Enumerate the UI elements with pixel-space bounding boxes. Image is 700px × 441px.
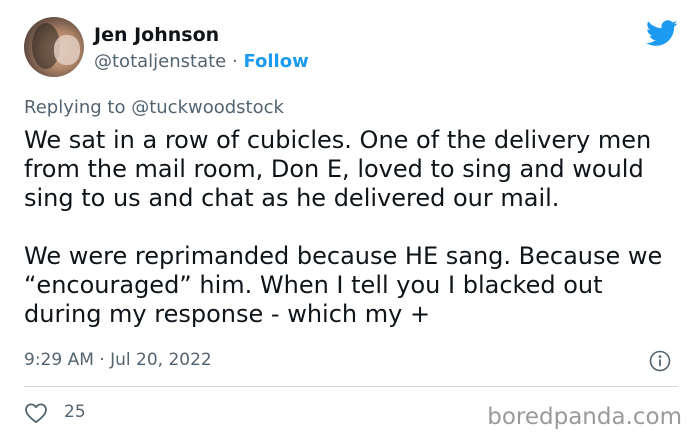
reply-context: Replying to @tuckwoodstock	[24, 97, 284, 118]
reply-handle[interactable]: @tuckwoodstock	[131, 97, 284, 118]
reply-prefix: Replying to	[24, 97, 126, 118]
tweet-paragraph: We sat in a row of cubicles. One of the …	[24, 126, 652, 212]
author-handle[interactable]: @totaljenstate	[94, 51, 226, 72]
tweet-text: We sat in a row of cubicles. One of the …	[24, 126, 684, 329]
info-icon[interactable]	[649, 350, 671, 372]
avatar-highlight	[54, 35, 80, 65]
author-name[interactable]: Jen Johnson	[94, 24, 219, 46]
handle-separator: ·	[231, 51, 238, 72]
divider	[24, 386, 678, 387]
watermark: boredpanda.com	[487, 404, 682, 430]
author-avatar[interactable]	[24, 17, 84, 77]
tweet-paragraph: We were reprimanded because HE sang. Bec…	[24, 242, 663, 328]
heart-icon[interactable]	[24, 402, 48, 424]
like-count: 25	[64, 402, 86, 422]
author-handle-row: @totaljenstate · Follow	[94, 51, 309, 72]
tweet-timestamp[interactable]: 9:29 AM · Jul 20, 2022	[24, 350, 212, 370]
twitter-bird-icon[interactable]	[646, 20, 678, 47]
follow-button[interactable]: Follow	[243, 51, 308, 72]
